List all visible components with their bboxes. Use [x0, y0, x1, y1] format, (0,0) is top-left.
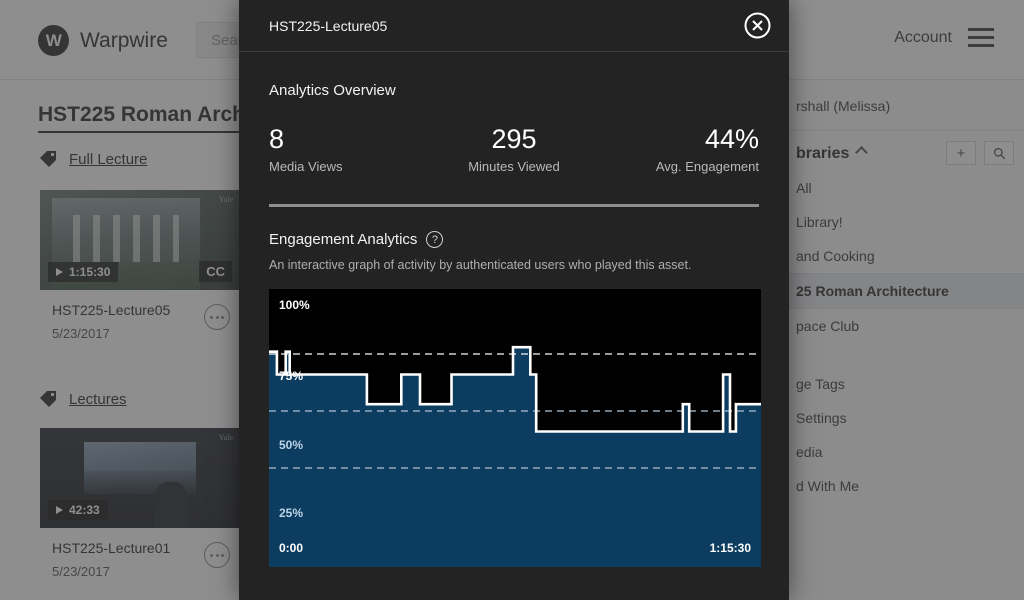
screen: W Warpwire Search Account HST225 Roman A… [0, 0, 1024, 600]
engagement-analytics-title: Engagement Analytics [269, 231, 418, 249]
close-icon[interactable] [744, 12, 771, 39]
stat-avg-engagement: 44% Avg. Engagement [596, 124, 759, 175]
question-mark-icon[interactable]: ? [426, 231, 444, 249]
close-circle-glyph [744, 12, 771, 39]
stat-label: Avg. Engagement [655, 159, 759, 175]
stat-media-views: 8 Media Views [269, 124, 432, 175]
section-divider [269, 204, 759, 208]
analytics-modal: HST225-Lecture05 Analytics Overview 8 Me… [239, 0, 789, 600]
stat-value: 295 [491, 124, 537, 154]
engagement-analytics-header: Engagement Analytics ? [269, 231, 759, 249]
stat-label: Media Views [269, 159, 343, 175]
engagement-chart[interactable]: 100% 75% 50% 25% 0:00 1:15:30 [269, 289, 761, 568]
stat-value: 44% [704, 124, 759, 154]
stats-row: 8 Media Views 295 Minutes Viewed 44% Avg… [269, 124, 759, 175]
stat-minutes-viewed: 295 Minutes Viewed [432, 124, 595, 175]
modal-title: HST225-Lecture05 [269, 17, 388, 34]
engagement-chart-svg[interactable] [269, 289, 761, 568]
engagement-analytics-description: An interactive graph of activity by auth… [269, 258, 692, 273]
modal-header: HST225-Lecture05 [239, 0, 789, 52]
analytics-overview-label: Analytics Overview [269, 82, 396, 99]
modal-body: Analytics Overview 8 Media Views 295 Min… [239, 52, 789, 568]
stat-value: 8 [269, 124, 285, 154]
stat-label: Minutes Viewed [468, 159, 560, 175]
